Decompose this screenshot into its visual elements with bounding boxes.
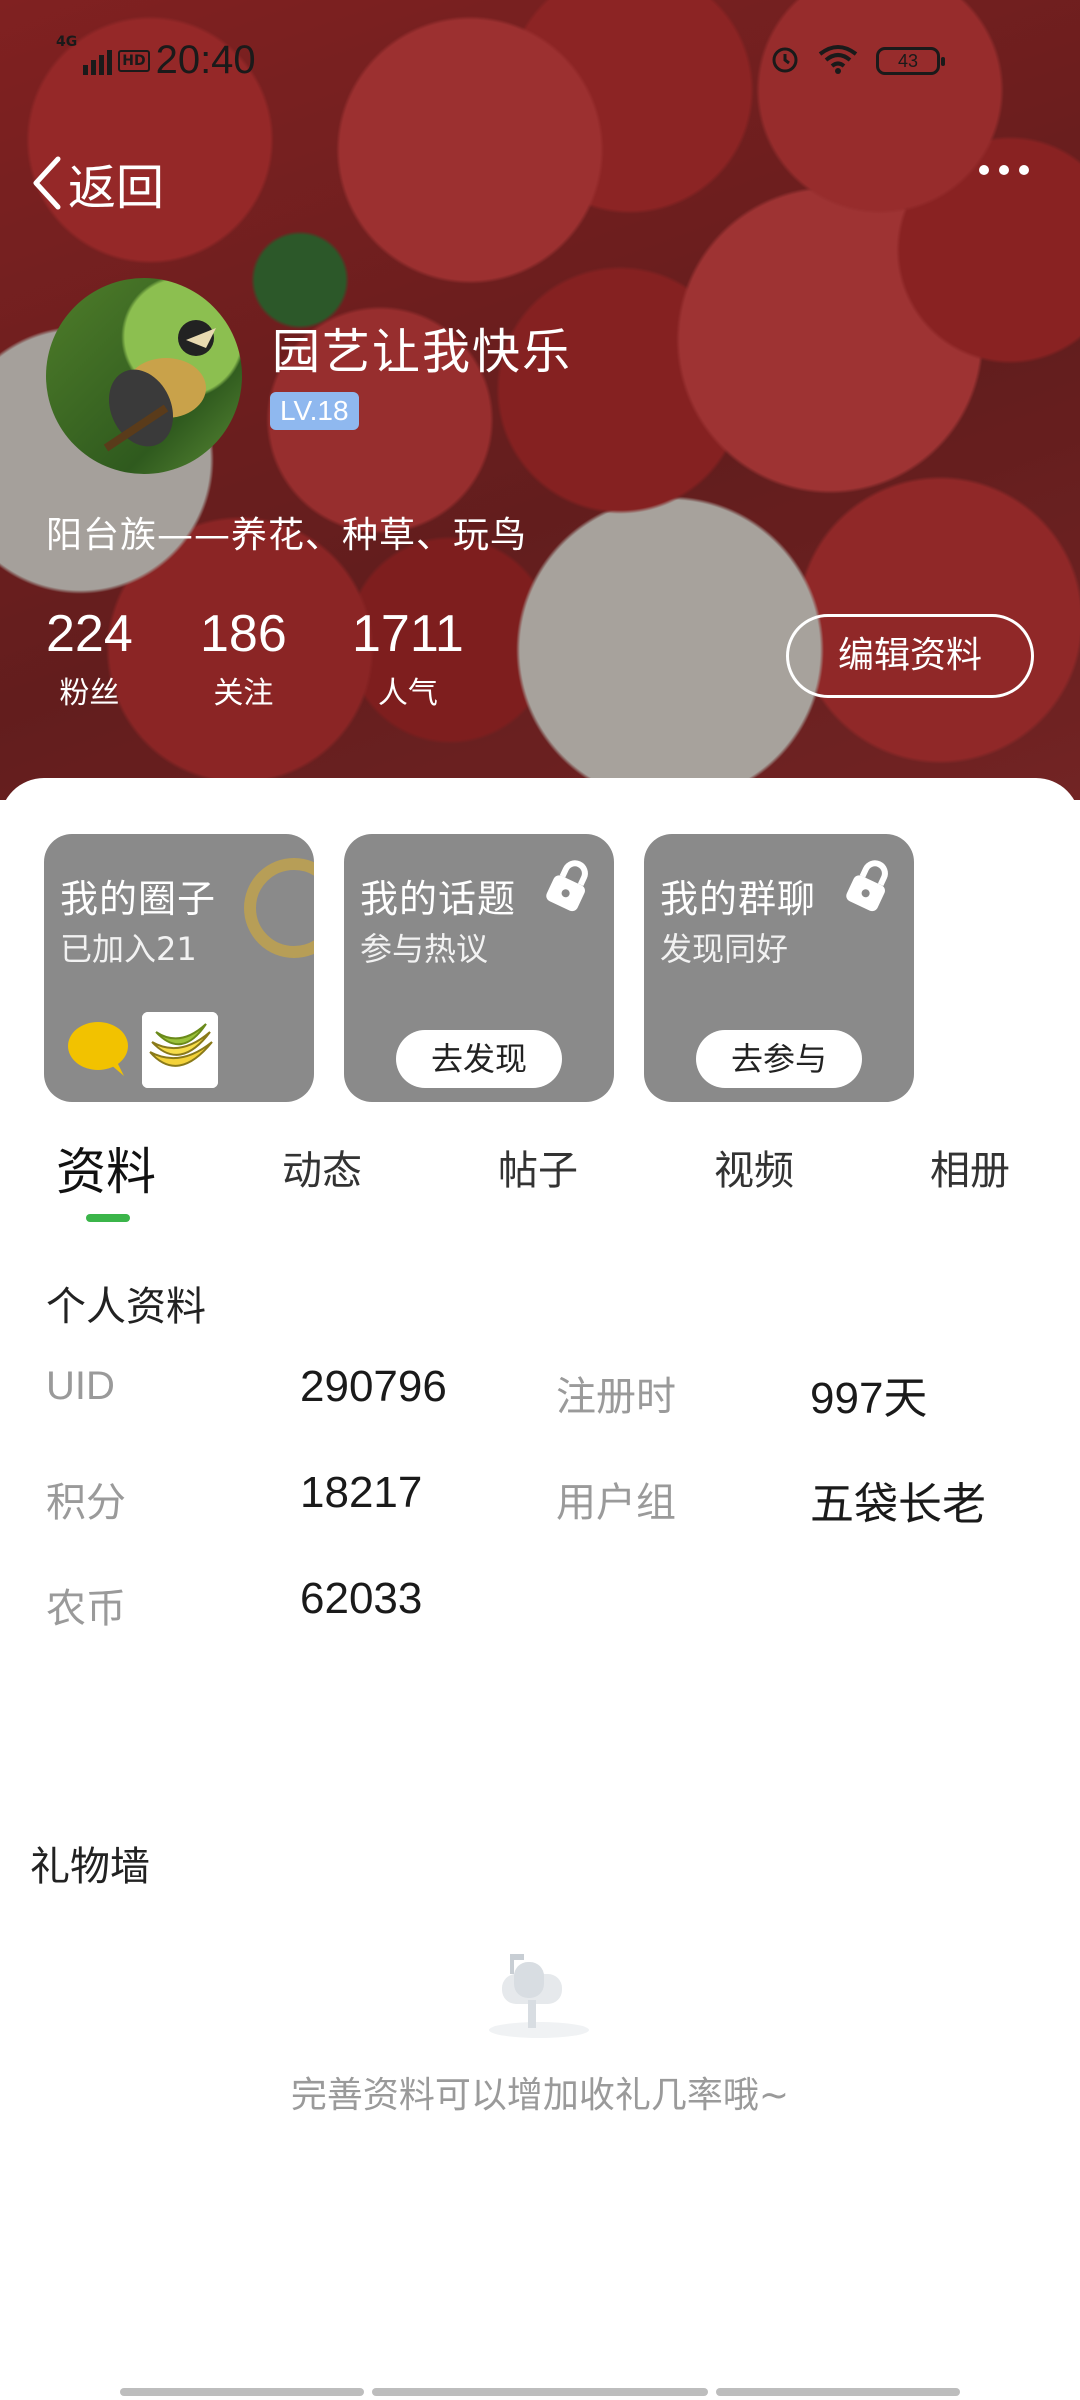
stat-popularity[interactable]: 1711 人气 — [352, 604, 464, 712]
tab-posts[interactable]: 帖子 — [498, 1138, 578, 1196]
info-value-user-group: 五袋长老 — [810, 1480, 986, 1529]
tab-activity[interactable]: 动态 — [282, 1138, 362, 1196]
card-title: 我的群聊 — [660, 877, 817, 921]
circle-decoration — [244, 858, 314, 958]
tab-profile[interactable]: 资料 — [56, 1132, 156, 1204]
stat-value: 1711 — [352, 605, 464, 663]
network-label: 4G — [56, 34, 78, 50]
info-label-user-group: 用户组 — [556, 1481, 676, 1525]
discover-button[interactable]: 去发现 — [396, 1030, 562, 1088]
info-label-points: 积分 — [46, 1481, 126, 1525]
join-button[interactable]: 去参与 — [696, 1030, 862, 1088]
card-my-topics[interactable]: 我的话题 参与热议 去发现 — [344, 834, 614, 1102]
scroll-indicator — [372, 2388, 708, 2396]
wifi-icon — [818, 44, 858, 78]
back-button[interactable]: 返回 — [28, 148, 164, 218]
profile-tabs: 资料 动态 帖子 视频 相册 — [0, 1128, 1080, 1228]
scroll-indicator — [716, 2388, 960, 2396]
stat-label: 关注 — [213, 676, 274, 711]
scroll-indicator — [120, 2388, 364, 2396]
battery-icon: 43 — [876, 47, 945, 75]
info-value-coins: 62033 — [300, 1574, 423, 1623]
hd-badge: HD — [118, 49, 150, 72]
bio-text: 阳台族——养花、种草、玩鸟 — [46, 515, 528, 556]
nickname: 园艺让我快乐 — [272, 324, 573, 380]
signal-icon — [83, 47, 113, 75]
chat-bubble-icon — [66, 1020, 130, 1078]
card-my-groups[interactable]: 我的群聊 发现同好 去参与 — [644, 834, 914, 1102]
stat-value: 186 — [200, 605, 287, 663]
stat-value: 224 — [46, 605, 133, 663]
tab-videos[interactable]: 视频 — [714, 1138, 794, 1196]
banana-thumbnail — [142, 1012, 218, 1088]
edit-profile-button[interactable]: 编辑资料 — [786, 614, 1034, 698]
card-subtitle: 发现同好 — [660, 930, 789, 968]
stat-label: 粉丝 — [59, 676, 120, 711]
info-value-points: 18217 — [300, 1468, 423, 1517]
lock-icon — [542, 856, 596, 920]
info-label-registered: 注册时 — [556, 1375, 676, 1419]
card-subtitle: 已加入21 — [60, 930, 197, 968]
back-label: 返回 — [68, 160, 165, 216]
stat-following[interactable]: 186 关注 — [200, 604, 287, 712]
stat-label: 人气 — [377, 676, 438, 711]
tab-album[interactable]: 相册 — [930, 1138, 1010, 1196]
level-badge: LV.18 — [270, 392, 359, 430]
chevron-left-icon — [33, 156, 61, 210]
status-right: 43 — [770, 44, 945, 78]
gift-wall-title: 礼物墙 — [30, 1844, 150, 1890]
info-value-registered: 997天 — [810, 1374, 928, 1423]
info-label-coins: 农币 — [46, 1587, 126, 1631]
content-sheet: 我的圈子 已加入21 我的话题 参与热议 去发现 我的群聊 发现同好 去参与 资… — [0, 778, 1080, 2400]
more-dots-icon[interactable] — [976, 162, 1032, 182]
status-bar: 4G HD 20:40 43 — [0, 0, 1080, 120]
status-time: 20:40 — [155, 38, 256, 82]
info-value-uid: 290796 — [300, 1362, 447, 1411]
card-title: 我的话题 — [360, 877, 517, 921]
lock-icon — [842, 856, 896, 920]
personal-info-title: 个人资料 — [46, 1284, 206, 1330]
card-my-circles[interactable]: 我的圈子 已加入21 — [44, 834, 314, 1102]
stat-followers[interactable]: 224 粉丝 — [46, 604, 133, 712]
status-left: 4G HD 20:40 — [56, 34, 256, 83]
tab-active-indicator — [86, 1214, 130, 1222]
card-subtitle: 参与热议 — [360, 930, 489, 968]
mailbox-icon — [484, 1954, 594, 2042]
avatar[interactable] — [46, 278, 242, 474]
alarm-icon — [770, 44, 800, 78]
gift-wall-empty-hint: 完善资料可以增加收礼几率哦~ — [290, 2075, 790, 2116]
card-title: 我的圈子 — [60, 877, 217, 921]
info-label-uid: UID — [46, 1364, 115, 1408]
